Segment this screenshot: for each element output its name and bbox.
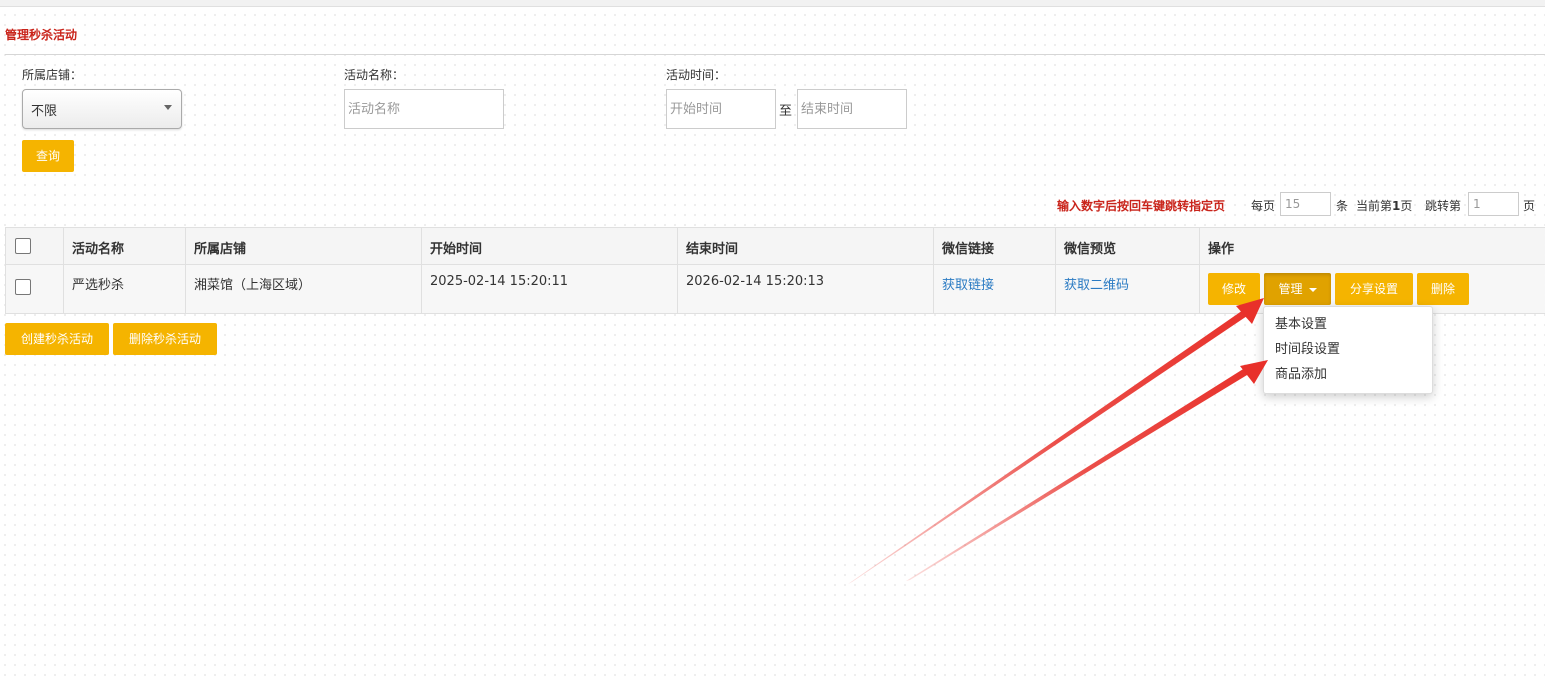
caret-down-icon <box>1308 287 1317 292</box>
top-bar <box>0 0 1545 7</box>
title-divider <box>5 54 1545 55</box>
start-time-input[interactable] <box>666 89 776 129</box>
row-checkbox[interactable] <box>15 279 31 295</box>
current-page-prefix: 当前第 <box>1356 199 1393 213</box>
pagination-hint: 输入数字后按回车键跳转指定页 <box>1057 199 1226 213</box>
manage-dropdown-button[interactable]: 管理 <box>1264 273 1331 305</box>
row-checkbox-cell <box>5 264 64 314</box>
current-page-suffix: 页 <box>1400 199 1413 213</box>
jump-page-input[interactable] <box>1468 192 1519 216</box>
select-all-checkbox[interactable] <box>15 238 31 254</box>
create-activity-button[interactable]: 创建秒杀活动 <box>5 323 109 355</box>
activity-name-cell: 严选秒杀 <box>63 264 186 314</box>
end-time-input[interactable] <box>797 89 907 129</box>
column-header: 操作 <box>1199 227 1545 265</box>
end-time-cell: 2026-02-14 15:20:13 <box>677 264 934 314</box>
activity-name-input[interactable] <box>344 89 504 129</box>
delete-button[interactable]: 删除 <box>1417 273 1469 305</box>
table-header-row: 活动名称 所属店铺 开始时间 结束时间 微信链接 微信预览 操作 <box>5 227 1545 265</box>
get-link-link[interactable]: 获取链接 <box>942 278 994 293</box>
column-header: 微信链接 <box>933 227 1056 265</box>
store-filter-label: 所属店铺： <box>22 68 83 82</box>
chevron-down-icon <box>164 105 172 110</box>
delete-activity-button[interactable]: 删除秒杀活动 <box>113 323 217 355</box>
menu-item-time-slot-settings[interactable]: 时间段设置 <box>1264 340 1432 365</box>
header-checkbox-cell <box>5 227 64 265</box>
jump-page-suffix: 页 <box>1523 199 1536 213</box>
jump-label: 跳转第 <box>1425 199 1462 213</box>
edit-button[interactable]: 修改 <box>1208 273 1260 305</box>
query-button[interactable]: 查询 <box>22 140 74 172</box>
current-page-indicator: 当前第1页 <box>1356 197 1412 214</box>
arrow-to-time-slot-item <box>906 360 1268 581</box>
column-header: 结束时间 <box>677 227 934 265</box>
activity-table: 活动名称 所属店铺 开始时间 结束时间 微信链接 微信预览 操作 严选秒杀 湘菜… <box>5 227 1545 314</box>
to-label: 至 <box>779 104 793 119</box>
menu-item-basic-settings[interactable]: 基本设置 <box>1264 315 1432 340</box>
get-qrcode-link[interactable]: 获取二维码 <box>1064 278 1129 293</box>
column-header: 所属店铺 <box>185 227 422 265</box>
menu-item-add-products[interactable]: 商品添加 <box>1264 365 1432 390</box>
arrow-to-manage-button <box>848 298 1264 584</box>
manage-dropdown-menu: 基本设置 时间段设置 商品添加 <box>1263 306 1433 394</box>
page-title: 管理秒杀活动 <box>5 28 78 42</box>
column-header: 开始时间 <box>421 227 678 265</box>
column-header: 活动名称 <box>63 227 186 265</box>
time-filter-label: 活动时间： <box>666 68 727 82</box>
per-page-unit-label: 条 <box>1336 199 1349 213</box>
store-select-value: 不限 <box>31 104 58 119</box>
wechat-link-cell: 获取链接 <box>933 264 1056 314</box>
store-select[interactable]: 不限 <box>22 89 182 129</box>
start-time-cell: 2025-02-14 15:20:11 <box>421 264 678 314</box>
share-settings-button[interactable]: 分享设置 <box>1335 273 1413 305</box>
store-cell: 湘菜馆（上海区域） <box>185 264 422 314</box>
column-header: 微信预览 <box>1055 227 1200 265</box>
per-page-input[interactable] <box>1280 192 1331 216</box>
manage-button-label: 管理 <box>1278 282 1303 296</box>
per-page-label: 每页 <box>1251 199 1276 213</box>
wechat-preview-cell: 获取二维码 <box>1055 264 1200 314</box>
name-filter-label: 活动名称： <box>344 68 405 82</box>
